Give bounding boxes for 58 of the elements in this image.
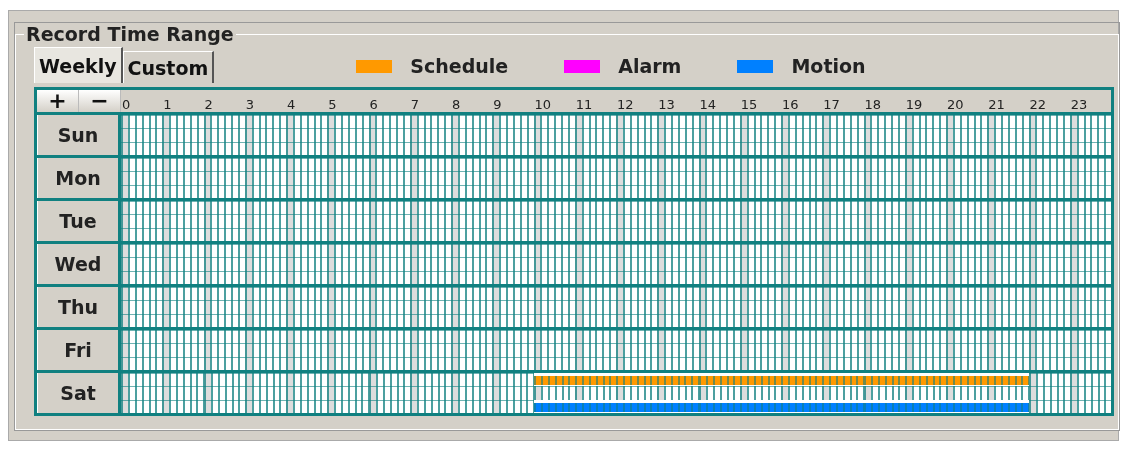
day-label: Sat (37, 373, 121, 413)
day-timeline[interactable] (121, 287, 1111, 327)
day-label: Fri (37, 330, 121, 370)
legend-label: Alarm (618, 55, 682, 77)
tab[interactable]: Weekly (34, 47, 123, 83)
hour-label: 6 (368, 97, 379, 112)
day-timeline[interactable] (121, 244, 1111, 284)
hour-label: 9 (492, 97, 503, 112)
hour-label: 10 (533, 97, 553, 112)
hour-label: 1 (162, 97, 173, 112)
hour-label: 13 (657, 97, 676, 112)
legend-label: Motion (791, 55, 866, 77)
hour-label: 17 (822, 97, 841, 112)
hour-label: 2 (203, 97, 214, 112)
recording-slot[interactable] (574, 373, 616, 387)
recording-slot[interactable] (987, 373, 1029, 387)
hour-label: 16 (781, 97, 800, 112)
hour-label: 12 (616, 97, 635, 112)
legend-label: Schedule (410, 55, 509, 77)
recording-slot[interactable] (739, 373, 781, 387)
day-label: Tue (37, 201, 121, 241)
day-timeline[interactable] (121, 115, 1111, 155)
recording-slot[interactable] (616, 373, 658, 387)
recording-slot[interactable] (946, 373, 988, 387)
recording-slot[interactable] (657, 373, 699, 387)
hour-label: 3 (244, 97, 256, 112)
day-label: Mon (37, 158, 121, 198)
recording-slot[interactable] (822, 373, 864, 387)
recording-slot[interactable] (533, 373, 575, 387)
hour-label: 5 (327, 97, 338, 112)
hour-label: 4 (286, 97, 297, 112)
recording-slot[interactable] (904, 373, 946, 387)
recording-slot[interactable] (698, 373, 740, 387)
group-title: Record Time Range (25, 23, 235, 45)
hour-label: 7 (409, 97, 421, 112)
day-label: Thu (37, 287, 121, 327)
hour-label: 23 (1069, 97, 1089, 112)
hour-label: 0 (121, 97, 132, 112)
hour-label: 19 (904, 97, 924, 112)
hour-label: 21 (987, 97, 1006, 112)
zoom-in-button[interactable]: + (37, 90, 79, 112)
hour-label: 14 (698, 97, 718, 112)
day-timeline[interactable] (121, 373, 1111, 413)
hour-label: 15 (739, 97, 759, 112)
hour-label: 8 (451, 97, 462, 112)
day-label: Wed (37, 244, 121, 284)
day-timeline[interactable] (121, 158, 1111, 198)
recording-slot[interactable] (781, 373, 823, 387)
hour-label: 11 (574, 97, 594, 112)
tab[interactable]: Custom (122, 51, 215, 83)
hour-label: 22 (1028, 97, 1048, 112)
day-timeline[interactable] (121, 330, 1111, 370)
day-timeline[interactable] (121, 201, 1111, 241)
hour-label: 20 (946, 97, 965, 112)
zoom-out-button[interactable]: − (79, 90, 121, 112)
recording-slot[interactable] (863, 373, 905, 387)
hour-label: 18 (863, 97, 883, 112)
day-label: Sun (37, 115, 121, 155)
